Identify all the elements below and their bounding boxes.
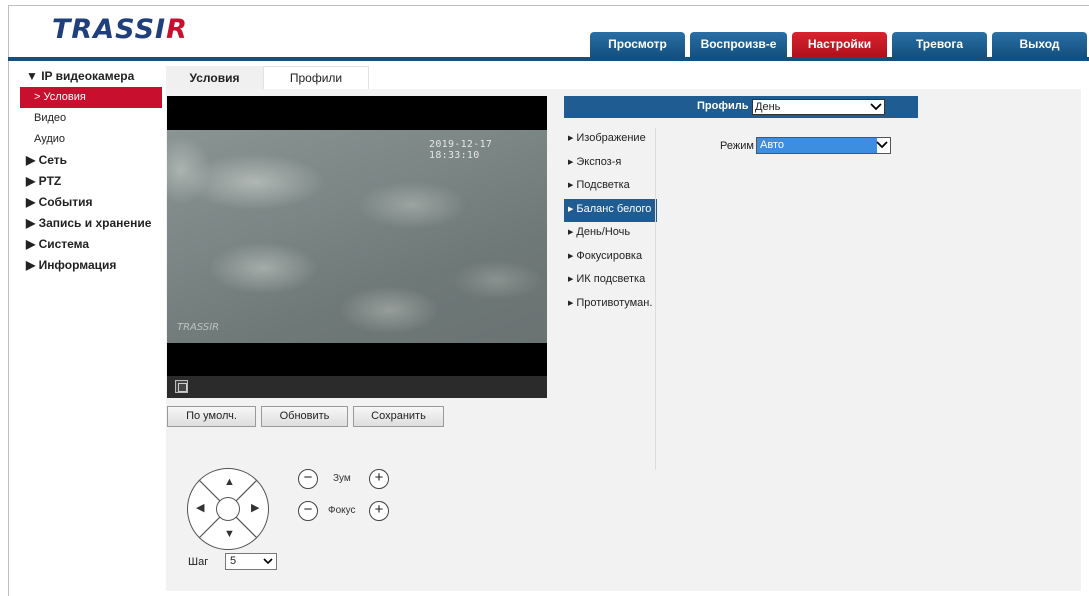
- menu-item-image[interactable]: ▶ Изображение: [564, 128, 657, 152]
- sidebar-item-network[interactable]: ▶ Сеть: [20, 150, 162, 171]
- action-buttons: По умолч. Обновить Сохранить: [167, 406, 449, 427]
- step-label: Шаг: [188, 556, 209, 568]
- arrow-up-icon[interactable]: ▲: [224, 477, 235, 488]
- tab-exit[interactable]: Выход: [992, 32, 1087, 57]
- chevron-down-icon: [876, 141, 888, 149]
- arrow-left-icon[interactable]: ◀: [196, 503, 204, 514]
- step-value: 5: [230, 555, 237, 567]
- sidebar-item-system[interactable]: ▶ Система: [20, 234, 162, 255]
- profile-label: Профиль: [697, 100, 749, 112]
- focus-plus-button[interactable]: +: [369, 501, 389, 521]
- menu-item-ir-light[interactable]: ▶ ИК подсветка: [564, 269, 657, 293]
- menu-item-white-balance[interactable]: ▶ Баланс белого: [564, 198, 657, 222]
- profile-select[interactable]: День: [752, 99, 885, 115]
- ptz-control: ▲ ▼ ◀ ▶: [187, 468, 269, 550]
- chevron-down-icon: [263, 558, 273, 565]
- menu-divider: [655, 128, 656, 470]
- focus-minus-button[interactable]: −: [298, 501, 318, 521]
- menu-item-backlight[interactable]: ▶ Подсветка: [564, 175, 657, 199]
- tab-conditions[interactable]: Условия: [166, 66, 263, 89]
- sidebar-item-video[interactable]: Видео: [20, 108, 162, 129]
- sidebar-item-ip-camera[interactable]: ▼ IP видеокамера: [20, 66, 162, 87]
- menu-item-defog[interactable]: ▶ Противотуман.: [564, 293, 657, 317]
- profile-bar: Профиль День: [564, 96, 918, 118]
- tab-view[interactable]: Просмотр: [590, 32, 685, 57]
- menu-item-day-night[interactable]: ▶ День/Ночь: [564, 222, 657, 246]
- mode-value: Авто: [757, 138, 877, 153]
- video-preview[interactable]: 2019-12-17 18:33:10 TRASSIR: [167, 96, 547, 398]
- zoom-out-button[interactable]: −: [298, 469, 318, 489]
- refresh-button[interactable]: Обновить: [261, 406, 348, 427]
- top-navigation: Просмотр Воспроизв-е Настройки Тревога В…: [590, 32, 1089, 57]
- video-toolbar: [167, 376, 547, 398]
- profile-value: День: [755, 101, 781, 113]
- arrow-right-icon[interactable]: ▶: [251, 503, 259, 514]
- arrow-down-icon[interactable]: ▼: [224, 529, 235, 540]
- fullscreen-icon[interactable]: [175, 380, 188, 393]
- zoom-in-button[interactable]: +: [369, 469, 389, 489]
- camera-image: [167, 130, 547, 343]
- sub-tabs: Условия Профили: [166, 66, 369, 89]
- focus-label: Фокус: [328, 505, 356, 516]
- trassir-logo: TRASSIR: [52, 14, 188, 45]
- header-divider: [8, 57, 1089, 61]
- sidebar-item-audio[interactable]: Аудио: [20, 129, 162, 150]
- tab-settings[interactable]: Настройки: [792, 32, 887, 57]
- sidebar-item-ptz[interactable]: ▶ PTZ: [20, 171, 162, 192]
- video-timestamp: 2019-12-17 18:33:10: [429, 139, 493, 161]
- video-watermark: TRASSIR: [177, 322, 220, 333]
- sidebar-item-storage[interactable]: ▶ Запись и хранение: [20, 213, 162, 234]
- save-button[interactable]: Сохранить: [353, 406, 444, 427]
- tab-playback[interactable]: Воспроизв-е: [690, 32, 787, 57]
- mode-select[interactable]: Авто: [756, 137, 891, 154]
- default-button[interactable]: По умолч.: [167, 406, 256, 427]
- sidebar-item-events[interactable]: ▶ События: [20, 192, 162, 213]
- sidebar-item-conditions[interactable]: > Условия: [20, 87, 162, 108]
- settings-menu: ▶ Изображение ▶ Экспоз-я ▶ Подсветка ▶ Балан…: [564, 128, 657, 316]
- step-select[interactable]: 5: [225, 553, 277, 570]
- mode-label: Режим: [720, 140, 754, 152]
- menu-item-focus[interactable]: ▶ Фокусировка: [564, 246, 657, 270]
- tab-profiles[interactable]: Профили: [263, 66, 369, 89]
- chevron-down-icon: [870, 103, 882, 111]
- menu-item-exposure[interactable]: ▶ Экспоз-я: [564, 152, 657, 176]
- zoom-label: Зум: [333, 473, 351, 484]
- tab-alarm[interactable]: Тревога: [892, 32, 987, 57]
- ptz-center-button[interactable]: [216, 497, 240, 521]
- sidebar-item-info[interactable]: ▶ Информация: [20, 255, 162, 276]
- sidebar: ▼ IP видеокамера > Условия Видео Аудио ▶…: [20, 66, 162, 276]
